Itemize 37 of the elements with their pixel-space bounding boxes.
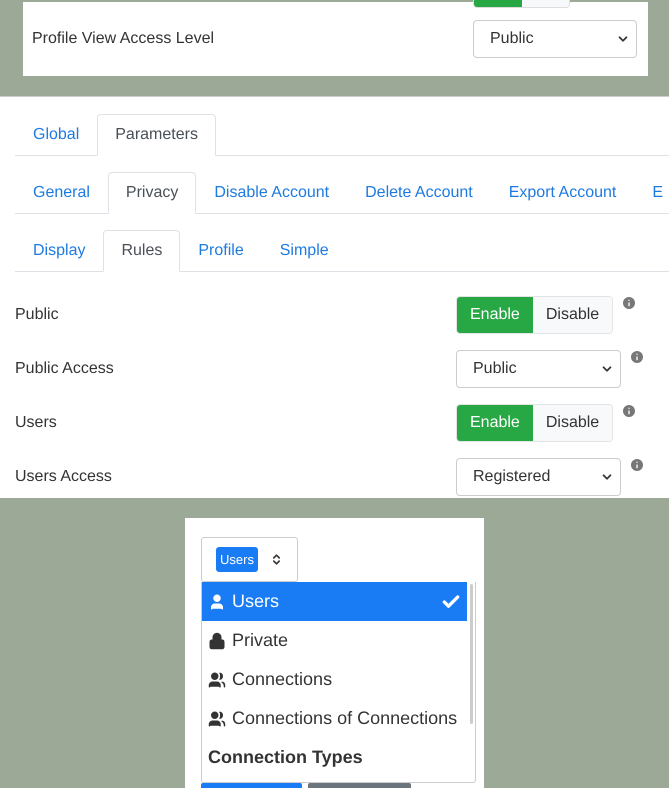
setting-label: Public Access (15, 360, 115, 378)
tab[interactable]: Rules (103, 230, 180, 272)
tab[interactable]: Global (15, 114, 98, 156)
toggle-option[interactable]: Disable (532, 405, 612, 441)
access-select[interactable]: Public (456, 350, 621, 388)
enable-disable-toggle[interactable]: Enable Disable (456, 404, 614, 442)
access-level-select[interactable]: Public (473, 20, 637, 58)
tab[interactable]: Display (15, 230, 104, 272)
selected-badge: Users (216, 547, 258, 572)
tab[interactable]: Privacy (108, 172, 196, 214)
enable-disable-toggle[interactable] (473, 0, 570, 8)
field-label: Profile View Access Level (32, 30, 214, 48)
info-icon (621, 295, 638, 311)
lock-icon (208, 632, 226, 650)
privacy-select[interactable]: Users (201, 537, 298, 582)
tab[interactable]: E (634, 172, 669, 214)
enable-disable-toggle[interactable]: Enable Disable (456, 296, 614, 334)
info-icon (621, 403, 638, 419)
tab[interactable]: Export Account (490, 172, 634, 214)
tab[interactable]: Simple (262, 230, 347, 272)
user-icon (208, 592, 226, 610)
tab[interactable]: Profile (180, 230, 262, 272)
dropdown-item[interactable]: Users (202, 582, 467, 621)
setting-label: Public (15, 306, 60, 324)
setting-label: Users (15, 414, 58, 432)
info-icon (629, 349, 645, 365)
tab[interactable]: General (15, 172, 108, 214)
info-icon (629, 457, 645, 473)
tab[interactable]: Parameters (97, 114, 216, 156)
users-icon (208, 670, 226, 688)
tab[interactable]: Delete Account (347, 172, 491, 214)
toggle-option[interactable]: Disable (532, 297, 612, 333)
tab[interactable]: Disable Account (196, 172, 348, 214)
access-select[interactable]: Registered (456, 458, 621, 496)
users-icon (208, 710, 226, 728)
group-header: Connection Types (207, 746, 364, 769)
setting-label: Users Access (15, 468, 113, 486)
